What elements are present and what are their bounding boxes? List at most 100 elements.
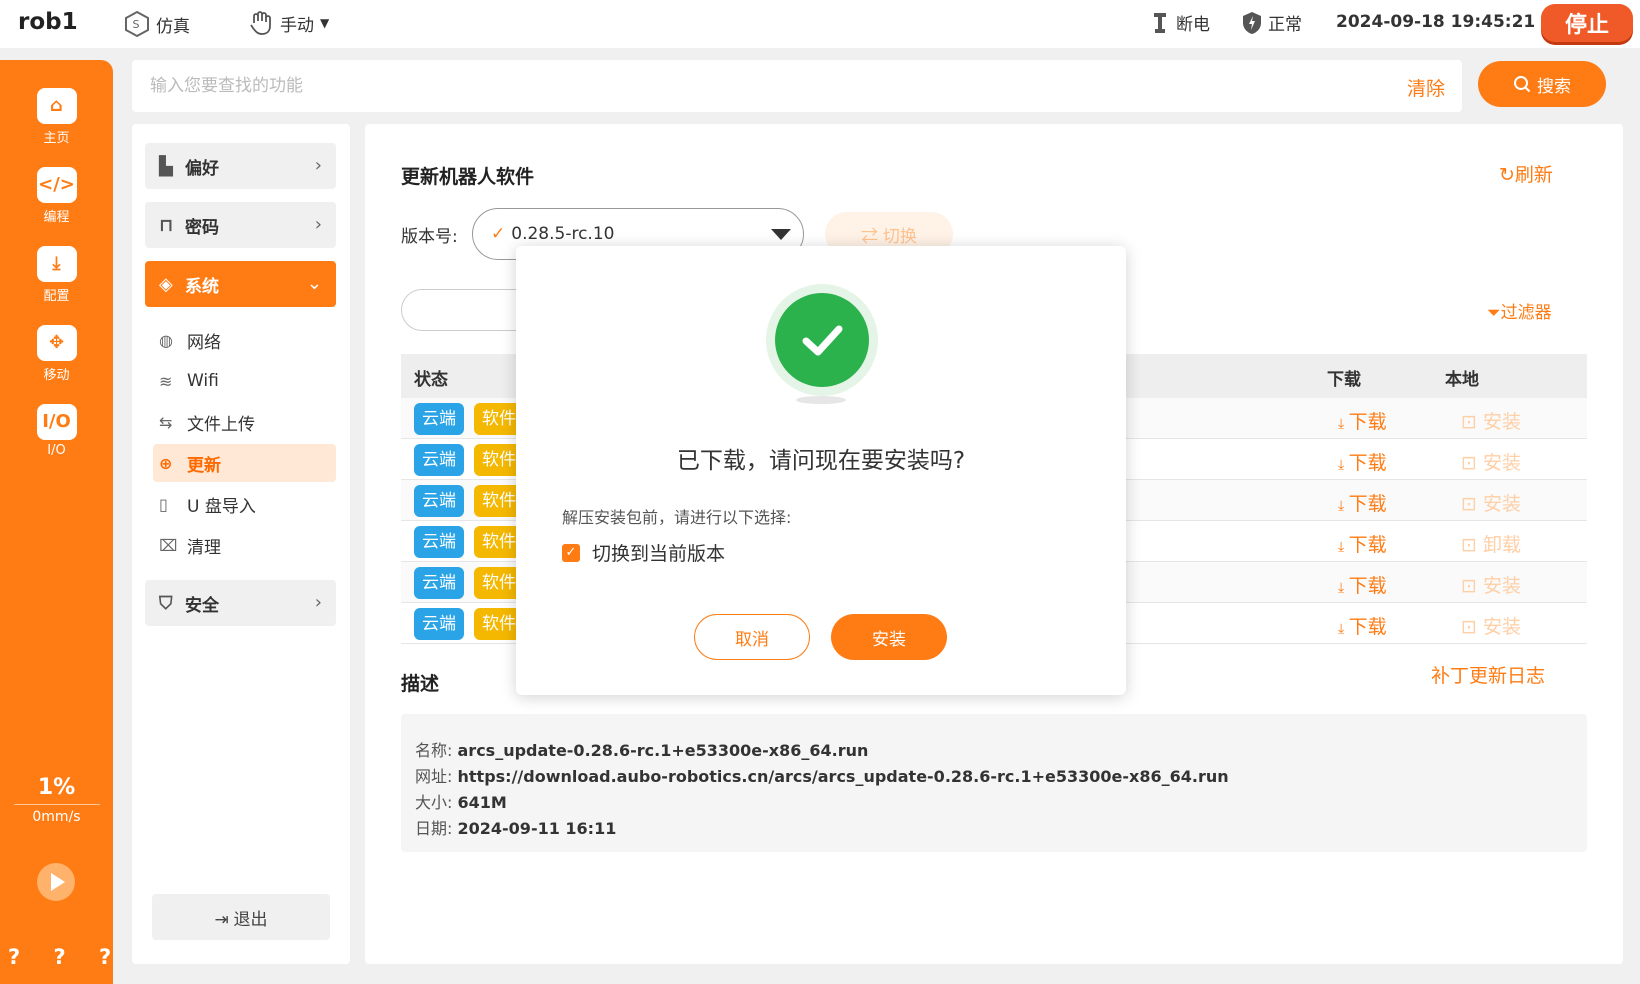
desc-name-line: 名称: arcs_update-0.28.6-rc.1+e53300e-x86_… <box>415 738 1573 764</box>
rail-item-program[interactable]: </> 编程 <box>0 167 113 225</box>
download-icon: ⤓ <box>1338 580 1349 596</box>
nav-group-security[interactable]: ⛉ 安全 › <box>145 580 336 626</box>
column-status: 状态 <box>414 370 448 390</box>
nav-group-password[interactable]: ⊓ 密码 › <box>145 202 336 248</box>
icon-shadow <box>796 396 846 404</box>
filter-label: 过滤器 <box>1500 303 1552 323</box>
sidebar-item-label: U 盘导入 <box>187 496 256 517</box>
patch-log-link[interactable]: 补丁更新日志 <box>1431 661 1545 688</box>
install-icon: ⊡ <box>1461 411 1483 433</box>
desc-name-label: 名称: <box>415 741 453 760</box>
download-config-icon: ⤓ <box>36 246 77 282</box>
uninstall-button[interactable]: ⊡ 卸载 <box>1461 530 1521 557</box>
refresh-icon: ↻ <box>1499 164 1515 186</box>
download-label: 下载 <box>1348 411 1387 433</box>
install-button[interactable]: 安装 <box>831 614 947 660</box>
sidebar-item-wifi[interactable]: ≋ Wifi <box>153 362 336 400</box>
shield-icon: ⛉ <box>159 592 173 614</box>
install-label: 安装 <box>1482 411 1521 433</box>
desc-url-value: https://download.aubo-robotics.cn/arcs/a… <box>457 767 1229 786</box>
sidebar-item-file-upload[interactable]: ⇆ 文件上传 <box>153 403 336 441</box>
search-button[interactable]: 搜索 <box>1478 61 1606 107</box>
download-button[interactable]: ⤓ 下载 <box>1338 571 1387 598</box>
filter-button[interactable]: ⏷过滤器 <box>1487 298 1552 323</box>
search-button-label: 搜索 <box>1537 76 1571 96</box>
sidebar-item-update[interactable]: ⊕ 更新 <box>153 444 336 482</box>
sidebar-item-label: 更新 <box>187 455 221 476</box>
download-button[interactable]: ⤓ 下载 <box>1338 489 1387 516</box>
refresh-label: 刷新 <box>1514 164 1553 186</box>
check-icon: ✓ <box>491 224 506 244</box>
cancel-button[interactable]: 取消 <box>694 614 810 660</box>
rail-item-move[interactable]: ✥ 移动 <box>0 325 113 383</box>
usb-icon: ▯ <box>159 494 168 514</box>
stop-button[interactable]: 停止 <box>1541 4 1633 42</box>
desc-name-value: arcs_update-0.28.6-rc.1+e53300e-x86_64.r… <box>457 741 869 760</box>
install-button[interactable]: ⊡ 安装 <box>1461 612 1521 639</box>
install-button[interactable]: ⊡ 安装 <box>1461 448 1521 475</box>
power-status[interactable]: 断电 <box>1150 10 1210 35</box>
svg-text:S: S <box>133 18 140 31</box>
clear-button[interactable]: 清除 <box>1407 74 1445 101</box>
settings-nav: ▙ 偏好 › ⊓ 密码 › ◈ 系统 ⌄ ◍ 网络 ≋ Wifi ⇆ 文件上传 … <box>132 124 350 964</box>
speed-percent: 1% <box>37 775 76 800</box>
robot-state[interactable]: 正常 <box>1242 10 1302 35</box>
lock-icon: ⊓ <box>159 214 174 236</box>
chevron-down-icon <box>771 229 791 240</box>
download-label: 下载 <box>1348 616 1387 638</box>
rail-item-config[interactable]: ⤓ 配置 <box>0 246 113 304</box>
nav-group-system[interactable]: ◈ 系统 ⌄ <box>145 261 336 307</box>
play-button[interactable] <box>37 863 75 901</box>
download-icon: ⤓ <box>1338 621 1349 637</box>
download-button[interactable]: ⤓ 下载 <box>1338 407 1387 434</box>
download-button[interactable]: ⤓ 下载 <box>1338 612 1387 639</box>
switch-label: 切换 <box>882 226 917 246</box>
refresh-button[interactable]: ↻刷新 <box>1499 160 1553 187</box>
install-icon: ⊡ <box>1461 493 1483 515</box>
column-local: 本地 <box>1445 370 1479 390</box>
search-icon <box>1514 76 1531 93</box>
chevron-right-icon: › <box>314 214 322 235</box>
globe-icon: ◍ <box>159 330 173 350</box>
rail-label: 编程 <box>43 210 70 225</box>
logout-button[interactable]: ⇥ 退出 <box>152 894 330 940</box>
cube-icon: ◈ <box>159 273 173 295</box>
rail-item-io[interactable]: I/O I/O <box>0 404 113 458</box>
install-confirm-dialog: 已下载，请问现在要安装吗? 解压安装包前，请进行以下选择: ✓ 切换到当前版本 … <box>516 246 1126 695</box>
io-icon: I/O <box>36 404 77 440</box>
sidebar-item-cleanup[interactable]: ⌧ 清理 <box>153 526 336 564</box>
download-button[interactable]: ⤓ 下载 <box>1338 530 1387 557</box>
simulation-icon: S <box>125 10 149 38</box>
logout-icon: ⇥ <box>214 909 234 929</box>
checkbox-label: 切换到当前版本 <box>592 543 726 565</box>
sidebar-item-usb-import[interactable]: ▯ U 盘导入 <box>153 485 336 523</box>
download-icon: ⤓ <box>1338 457 1349 473</box>
mode-dropdown[interactable]: 手动 ▼ <box>248 10 329 36</box>
power-label: 断电 <box>1176 15 1210 35</box>
download-button[interactable]: ⤓ 下载 <box>1338 448 1387 475</box>
search-input[interactable] <box>150 72 1300 100</box>
speed-indicator[interactable]: 1% 0mm/s <box>0 775 113 825</box>
nav-group-preferences[interactable]: ▙ 偏好 › <box>145 143 336 189</box>
switch-version-checkbox[interactable]: ✓ 切换到当前版本 <box>562 539 725 566</box>
datetime: 2024-09-18 19:45:21 <box>1336 12 1536 32</box>
hand-icon <box>250 11 271 35</box>
install-label: 卸载 <box>1482 534 1521 556</box>
simulation-toggle[interactable]: S 仿真 <box>124 10 190 38</box>
rail-item-home[interactable]: ⌂ 主页 <box>0 88 113 146</box>
install-button[interactable]: ⊡ 安装 <box>1461 571 1521 598</box>
install-label: 安装 <box>1482 493 1521 515</box>
install-button[interactable]: ⊡ 安装 <box>1461 407 1521 434</box>
chevron-down-icon: ⌄ <box>306 273 322 294</box>
code-icon: </> <box>36 167 77 203</box>
shield-bolt-icon <box>1243 11 1261 34</box>
rail-label: 移动 <box>43 368 70 383</box>
download-icon: ⤓ <box>1338 498 1349 514</box>
desc-size-label: 大小: <box>415 793 453 812</box>
download-label: 下载 <box>1348 575 1387 597</box>
install-button[interactable]: ⊡ 安装 <box>1461 489 1521 516</box>
sidebar-item-network[interactable]: ◍ 网络 <box>153 321 336 359</box>
checkbox-checked-icon: ✓ <box>562 543 580 562</box>
mode-label: 手动 <box>280 15 314 36</box>
install-icon: ⊡ <box>1461 534 1483 556</box>
